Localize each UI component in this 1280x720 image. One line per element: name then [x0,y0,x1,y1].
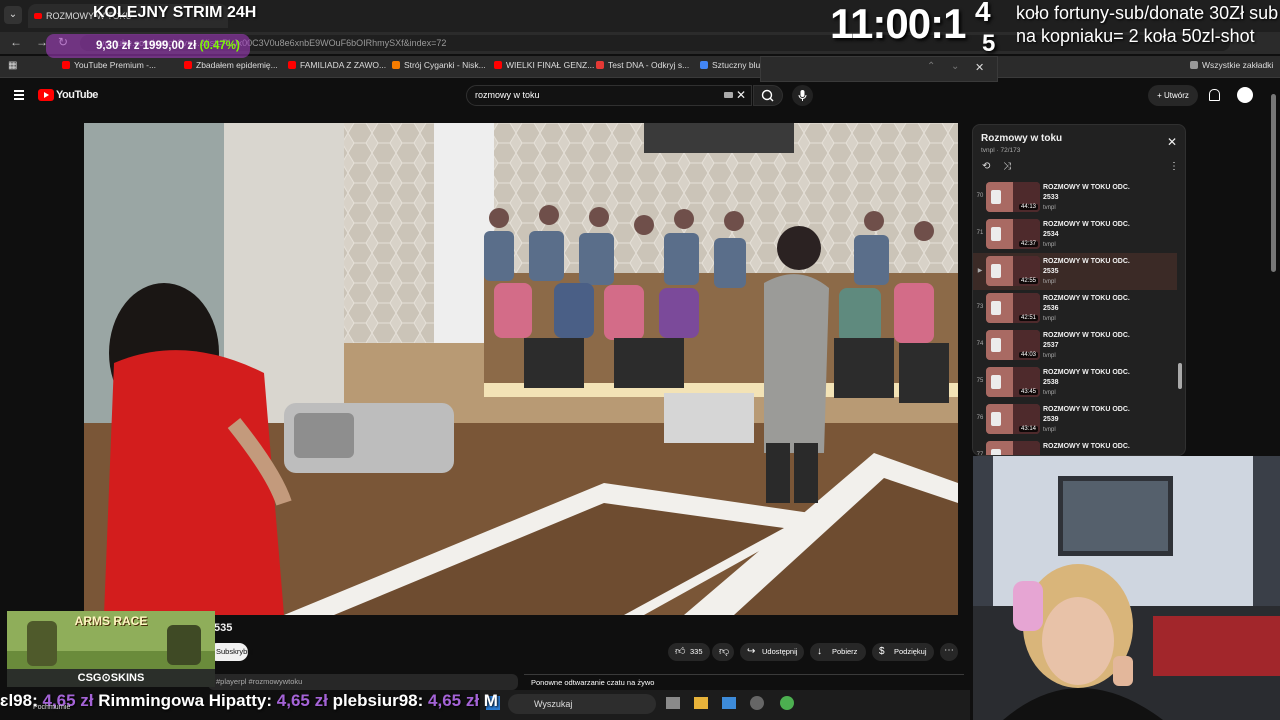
list-item[interactable]: 77 ROZMOWY W TOKU ODC. [973,438,1177,455]
bookmark-6[interactable]: Sztuczny blus [700,60,764,70]
playlist-title[interactable]: Rozmowy w toku [981,133,1062,144]
video-thumbnail[interactable] [986,441,1040,455]
apps-icon[interactable]: ▦ [8,60,17,71]
playlist-meta: tvnpl · 72/173 [981,147,1021,154]
thumbs-down-icon: 👎︎ [719,646,730,657]
clear-search-icon[interactable]: ✕ [736,88,746,102]
list-item[interactable]: 70 44:13 ROZMOWY W TOKU ODC. 2533 tvnpl [973,179,1177,216]
playlist-items: 70 44:13 ROZMOWY W TOKU ODC. 2533 tvnpl … [973,179,1185,455]
download-icon: ↓ [817,646,822,657]
youtube-favicon-icon [34,13,42,19]
stream-timer-digit-top: 4 [975,0,991,27]
taskbar-search-input[interactable]: Wyszukaj [508,694,656,714]
video-thumbnail[interactable]: 44:13 [986,182,1040,212]
donation-ticker: ɛl98: 4,65 zł Rimmingowa Hipatty: 4,65 z… [0,691,498,710]
close-icon[interactable]: ✕ [1167,135,1177,149]
video-thumbnail[interactable]: 42:51 [986,293,1040,323]
bookmark-1[interactable]: Zbadałem epidemię... [184,60,278,70]
search-button[interactable] [753,85,783,106]
menu-icon[interactable] [14,90,24,100]
video-thumbnail[interactable]: 42:55 [986,256,1040,286]
site-favicon-icon [700,61,708,69]
more-actions-icon[interactable]: ⋯ [940,643,958,661]
back-icon[interactable]: ← [10,35,22,49]
page-scrollbar[interactable] [1271,94,1276,272]
youtube-logo-text[interactable]: YouTube [56,89,98,101]
bookmark-0[interactable]: YouTube Premium -... [62,60,156,70]
share-button[interactable]: ↪ Udostępnij [740,643,804,661]
share-icon: ↪ [747,646,756,657]
stream-title: KOLEJNY STRIM 24H [93,4,257,21]
list-item[interactable]: 76 43:14 ROZMOWY W TOKU ODC. 2539 tvnpl [973,401,1177,438]
youtube-logo-icon[interactable] [38,89,54,101]
download-button[interactable]: ↓ Pobierz [810,643,866,661]
sponsor-banner: ARMS RACE CSG⊙SKINS [7,611,215,687]
find-bar[interactable]: ⌃ ⌄ ✕ [760,56,998,82]
bookmark-5[interactable]: Test DNA - Odkryj s... [596,60,689,70]
video-frame [84,123,958,615]
notifications-bell-icon[interactable] [1209,89,1220,101]
sponsor-brand: CSG⊙SKINS [77,672,145,684]
site-favicon-icon [596,61,604,69]
youtube-favicon-icon [62,61,70,69]
voice-search-button[interactable] [792,85,813,106]
video-thumbnail[interactable]: 42:37 [986,219,1040,249]
list-item-active[interactable]: ▶ 42:55 ROZMOWY W TOKU ODC. 2535 tvnpl [973,253,1177,290]
dislike-button[interactable]: 👎︎ [712,643,734,661]
playlist-scrollbar[interactable] [1178,363,1182,389]
bookmark-3[interactable]: Strój Cyganki - Nisk... [392,60,486,70]
microphone-icon [798,90,807,101]
search-input[interactable]: rozmowy w toku [466,85,752,106]
bookmark-4[interactable]: WIELKI FINAŁ GENZ... [494,60,594,70]
weather-label: Pochmurnie [33,704,71,711]
tab-search-button[interactable]: ⌄ [4,6,22,24]
chat-replay-label[interactable]: Ponowne odtwarzanie czatu na żywo [524,674,964,690]
video-title: 535 [214,622,233,634]
site-favicon-icon [392,61,400,69]
stream-timer: 11:00:1 [830,0,966,47]
video-thumbnail[interactable]: 43:45 [986,367,1040,397]
list-item[interactable]: 71 42:37 ROZMOWY W TOKU ODC. 2534 tvnpl [973,216,1177,253]
webcam-overlay [973,456,1280,720]
bookmark-2[interactable]: FAMILIADA Z ZAWO... [288,60,386,70]
loop-icon[interactable]: ⟲ [982,161,990,172]
video-player[interactable] [84,123,958,615]
app-icon[interactable] [750,696,764,710]
video-thumbnail[interactable]: 43:14 [986,404,1040,434]
search-icon [761,89,774,102]
store-icon[interactable] [722,697,736,709]
thumbs-up-icon: 👍︎ [675,646,686,657]
playlist-menu-icon[interactable]: ⋮ [1169,161,1179,172]
thanks-icon: $ [879,646,885,657]
thanks-button[interactable]: $ Podziękuj [872,643,934,661]
shuffle-icon[interactable]: ⤨ [1003,161,1011,172]
keyboard-icon[interactable] [724,92,733,98]
avatar[interactable] [1237,87,1253,103]
list-item[interactable]: 74 44:03 ROZMOWY W TOKU ODC. 2537 tvnpl [973,327,1177,364]
folder-icon [1190,61,1198,69]
youtube-favicon-icon [288,61,296,69]
create-button[interactable]: + Utwórz [1148,85,1198,106]
donation-goal: 9,30 zł z 1999,00 zł (0.47%) [46,34,250,58]
find-prev-icon[interactable]: ⌃ [927,61,935,72]
youtube-favicon-icon [184,61,192,69]
bookmark-all[interactable]: Wszystkie zakładki [1190,60,1273,70]
playlist-panel: Rozmowy w toku tvnpl · 72/173 ✕ ⟲ ⤨ ⋮ 70… [972,124,1186,456]
find-next-icon[interactable]: ⌄ [951,61,959,72]
list-item[interactable]: 73 42:51 ROZMOWY W TOKU ODC. 2536 tvnpl [973,290,1177,327]
chrome-icon[interactable] [780,696,794,710]
stream-rules-text: koło fortuny-sub/donate 30Zł sub na kopn… [1016,3,1279,46]
video-thumbnail[interactable]: 44:03 [986,330,1040,360]
stream-timer-digit-bottom: 5 [982,30,996,57]
task-view-icon[interactable] [666,697,680,709]
like-button[interactable]: 👍︎ 335 [668,643,710,661]
youtube-favicon-icon [494,61,502,69]
find-close-icon[interactable]: ✕ [975,61,984,74]
file-explorer-icon[interactable] [694,697,708,709]
webcam-frame [973,456,1280,720]
sponsor-title: ARMS RACE [74,614,148,628]
list-item[interactable]: 75 43:45 ROZMOWY W TOKU ODC. 2538 tvnpl [973,364,1177,401]
